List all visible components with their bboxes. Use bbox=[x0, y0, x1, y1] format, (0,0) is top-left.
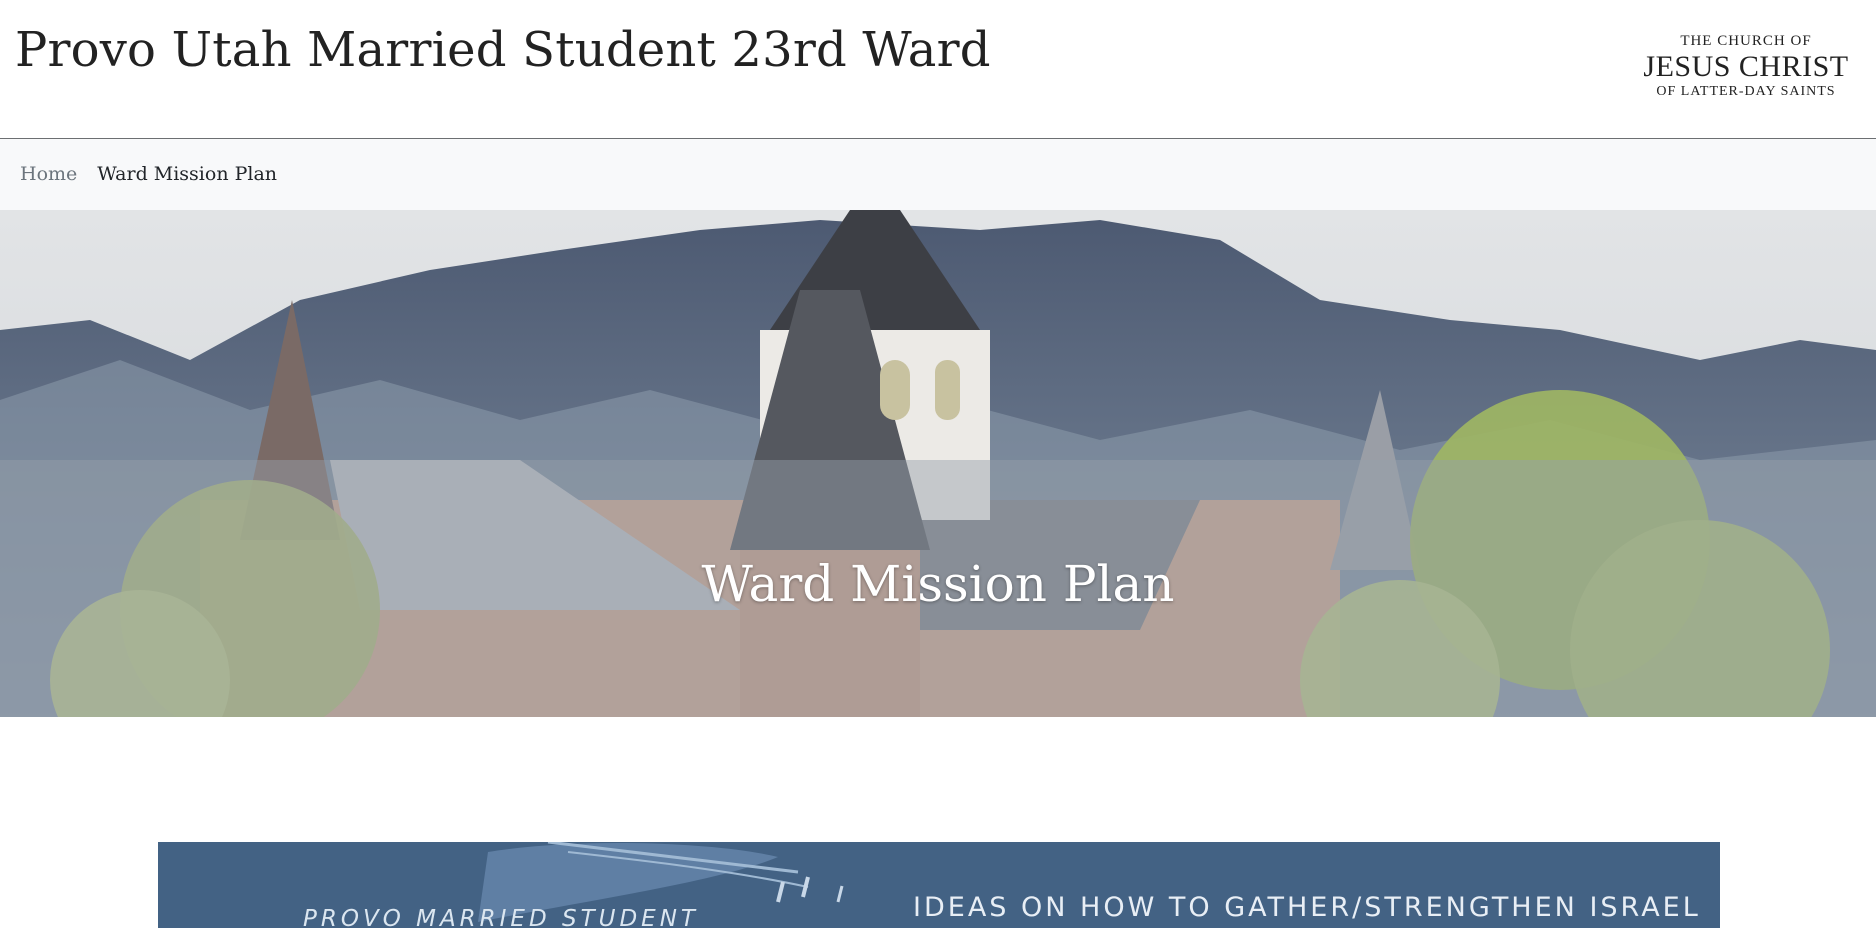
banner-right-text: IDEAS ON HOW TO GATHER/STRENGTHEN ISRAEL bbox=[913, 892, 1701, 923]
breadcrumb: Home Ward Mission Plan bbox=[20, 163, 277, 185]
breadcrumb-home-link[interactable]: Home bbox=[20, 163, 77, 185]
breadcrumb-current: Ward Mission Plan bbox=[97, 163, 278, 185]
mission-plan-banner-image: PROVO MARRIED STUDENT IDEAS ON HOW TO GA… bbox=[158, 842, 1720, 928]
hero-title: Ward Mission Plan bbox=[701, 555, 1175, 613]
logo-line-3: OF LATTER-DAY SAINTS bbox=[1656, 84, 1836, 99]
breadcrumb-bar: Home Ward Mission Plan bbox=[0, 139, 1876, 210]
logo-line-1: THE CHURCH OF bbox=[1680, 33, 1812, 49]
site-title[interactable]: Provo Utah Married Student 23rd Ward bbox=[15, 22, 991, 78]
banner-left-text: PROVO MARRIED STUDENT bbox=[303, 906, 699, 928]
church-logo[interactable]: THE CHURCH OF JESUS CHRIST OF LATTER-DAY… bbox=[1636, 34, 1856, 99]
logo-line-2: JESUS CHRIST bbox=[1643, 50, 1849, 83]
site-header: Provo Utah Married Student 23rd Ward THE… bbox=[0, 0, 1876, 139]
hero-banner: Ward Mission Plan bbox=[0, 210, 1876, 717]
